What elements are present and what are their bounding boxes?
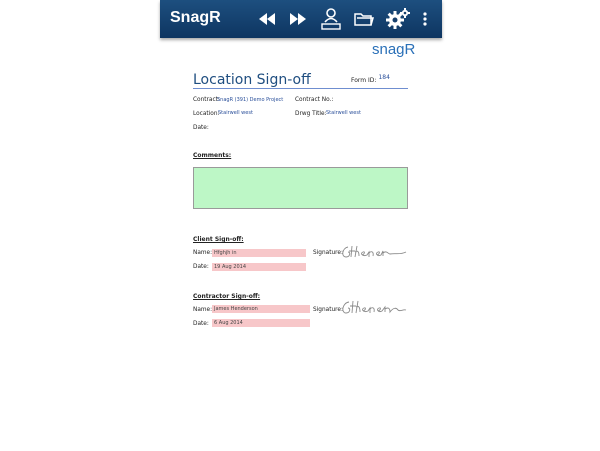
client-date-label: Date: bbox=[193, 264, 209, 270]
page-title: Location Sign-off bbox=[193, 72, 311, 88]
folder-icon[interactable] bbox=[353, 8, 375, 30]
fast-forward-icon[interactable] bbox=[287, 8, 309, 30]
drwg-title-value: Stairwell west bbox=[326, 110, 361, 116]
title-divider bbox=[193, 88, 408, 89]
client-signature-label: Signature: bbox=[313, 250, 343, 256]
settings-icon[interactable] bbox=[386, 8, 410, 30]
location-value: Stairwell west bbox=[218, 110, 253, 116]
form-id-value: 184 bbox=[378, 74, 390, 81]
client-date-field[interactable]: 19 Aug 2014 bbox=[212, 263, 306, 271]
client-name-label: Name: bbox=[193, 250, 213, 256]
app-window: SnagR snagR Location Sign-off Form ID: 1… bbox=[160, 0, 442, 451]
contractor-signoff-heading: Contractor Sign-off: bbox=[193, 293, 261, 300]
app-toolbar: SnagR bbox=[160, 0, 442, 38]
overflow-menu-icon[interactable] bbox=[420, 8, 430, 30]
contract-label: Contract: bbox=[193, 97, 220, 103]
client-signoff-heading: Client Sign-off: bbox=[193, 236, 244, 243]
user-location-icon[interactable] bbox=[320, 6, 342, 32]
contractor-date-field[interactable]: 6 Aug 2014 bbox=[212, 319, 310, 327]
comments-field[interactable] bbox=[193, 167, 408, 209]
contract-value: SnagR (391) Demo Project bbox=[217, 97, 284, 103]
contractor-signature-label: Signature: bbox=[313, 307, 343, 313]
contractor-name-label: Name: bbox=[193, 307, 213, 313]
client-signature[interactable] bbox=[340, 243, 410, 261]
date-label: Date: bbox=[193, 125, 209, 131]
rewind-icon[interactable] bbox=[256, 8, 278, 30]
contractor-name-field[interactable]: James Henderson bbox=[212, 305, 310, 313]
drwg-title-label: Drwg Title: bbox=[295, 111, 327, 117]
snagr-logo: snagR bbox=[372, 41, 416, 58]
form-id: Form ID: 184 bbox=[351, 74, 390, 84]
contractor-signature[interactable] bbox=[340, 299, 410, 317]
form-id-label: Form ID: bbox=[351, 77, 377, 84]
client-name-field[interactable]: Hfghjh in bbox=[212, 249, 306, 257]
location-label: Location: bbox=[193, 111, 220, 117]
contractor-date-label: Date: bbox=[193, 321, 209, 327]
app-title: SnagR bbox=[170, 9, 221, 26]
comments-heading: Comments: bbox=[193, 152, 232, 159]
contract-no-label: Contract No.: bbox=[295, 97, 334, 103]
